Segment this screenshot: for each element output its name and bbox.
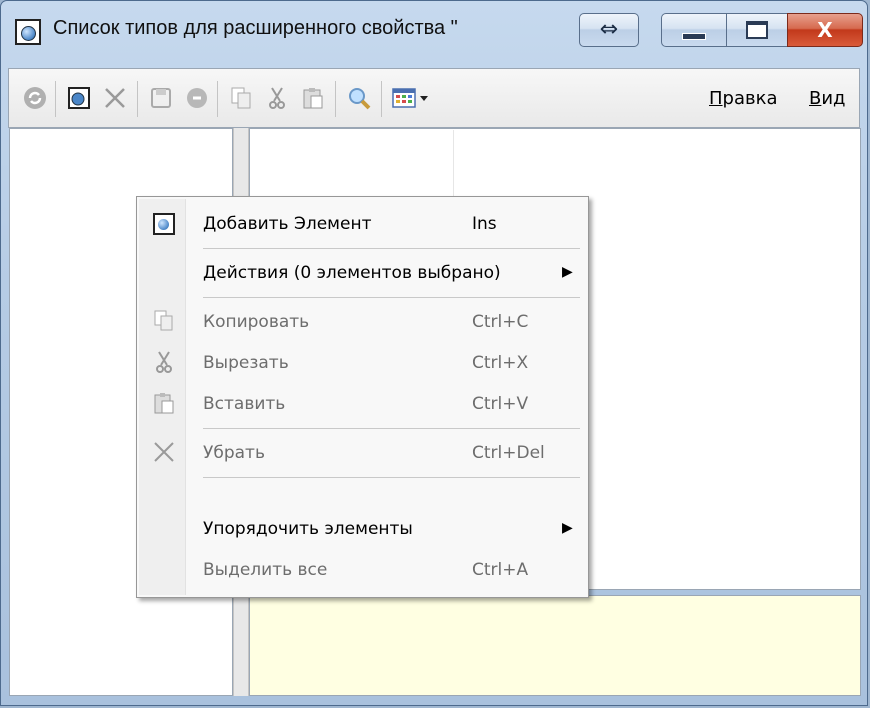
- copy-icon[interactable]: [225, 82, 257, 114]
- menu-item-cut[interactable]: Вырезать Ctrl+X: [137, 343, 588, 383]
- toolbar: Правка Вид: [8, 68, 860, 128]
- minimize-icon: [682, 32, 706, 40]
- app-icon: [15, 19, 41, 45]
- menu-separator: [203, 248, 580, 249]
- menu-item-remove[interactable]: Убрать Ctrl+Del: [137, 433, 588, 473]
- save-icon[interactable]: [145, 82, 177, 114]
- menu-item-sort-elements[interactable]: Упорядочить элементы ▶: [137, 509, 588, 549]
- menu-item-actions[interactable]: Действия (0 элементов выбрано) ▶: [137, 253, 588, 293]
- menu-item-copy[interactable]: Копировать Ctrl+C: [137, 302, 588, 342]
- context-menu: Добавить Элемент Ins Действия (0 элемент…: [136, 196, 589, 598]
- delete-icon: [151, 439, 177, 465]
- menu-separator: [203, 428, 580, 429]
- submenu-arrow-icon: ▶: [562, 520, 573, 536]
- title-bar[interactable]: Список типов для расширенного свойства "…: [1, 1, 867, 67]
- menu-item-add-element[interactable]: Добавить Элемент Ins: [137, 204, 588, 244]
- submenu-arrow-icon: ▶: [562, 264, 573, 280]
- menu-item-paste[interactable]: Вставить Ctrl+V: [137, 384, 588, 424]
- resize-button[interactable]: ⇔: [579, 13, 639, 47]
- add-item-icon: [153, 213, 175, 235]
- menu-view[interactable]: Вид: [809, 88, 846, 109]
- menu-edit[interactable]: Правка: [709, 88, 778, 109]
- menu-separator: [203, 477, 580, 478]
- copy-icon: [151, 308, 177, 334]
- close-button[interactable]: X: [787, 13, 863, 47]
- search-icon[interactable]: [343, 82, 375, 114]
- delete-icon[interactable]: [99, 82, 131, 114]
- add-item-icon[interactable]: [63, 82, 95, 114]
- minimize-button[interactable]: [661, 13, 727, 47]
- cut-icon: [151, 349, 177, 375]
- menu-separator: [203, 297, 580, 298]
- resize-arrows-icon: ⇔: [599, 17, 619, 42]
- maximize-button[interactable]: [726, 13, 788, 47]
- menu-item-select-all[interactable]: Выделить все Ctrl+A: [137, 550, 588, 590]
- maximize-icon: [746, 21, 768, 39]
- paste-icon: [151, 390, 177, 416]
- view-options-icon[interactable]: [389, 82, 433, 114]
- cancel-icon[interactable]: [181, 82, 213, 114]
- refresh-icon[interactable]: [19, 82, 51, 114]
- paste-icon[interactable]: [297, 82, 329, 114]
- close-icon: X: [817, 18, 833, 42]
- info-panel: [249, 595, 861, 696]
- window-title: Список типов для расширенного свойства ": [53, 17, 458, 39]
- cut-icon[interactable]: [261, 82, 293, 114]
